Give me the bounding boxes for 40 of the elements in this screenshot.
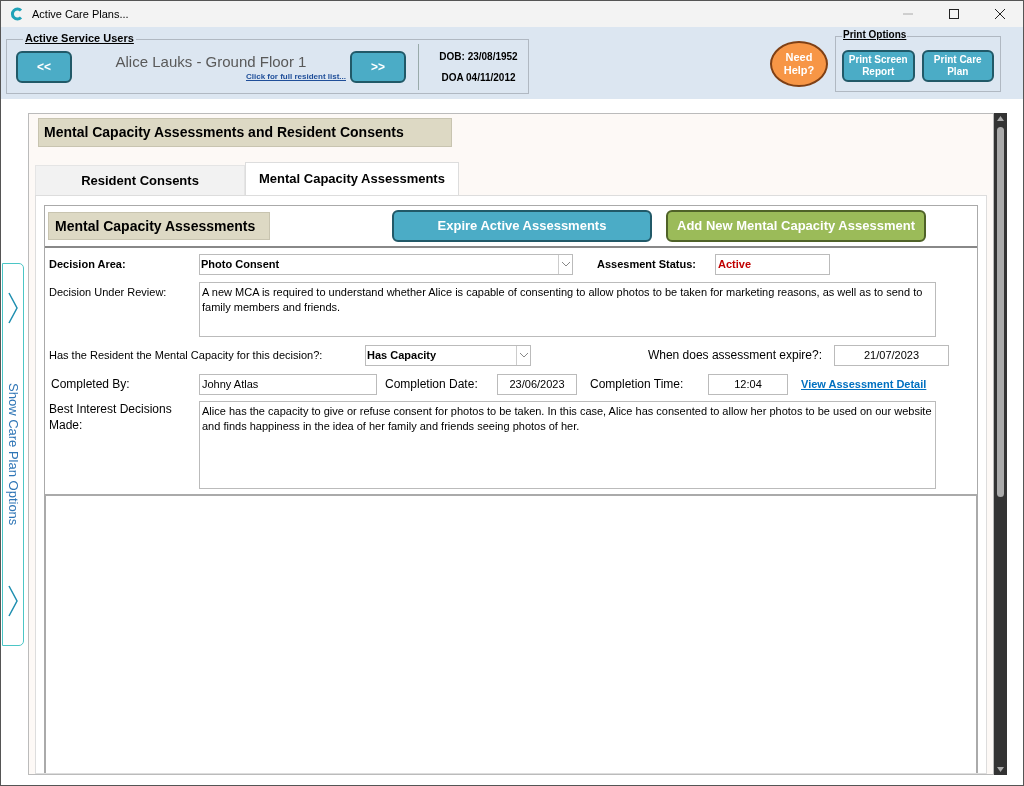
- dropdown-caret-icon: [560, 260, 571, 268]
- date-of-admission: DOA 04/11/2012: [441, 70, 516, 85]
- field-label: Completed By:: [50, 376, 131, 393]
- app-logo-icon: [10, 7, 24, 21]
- chevron-right-icon: [8, 292, 18, 324]
- best-interest-field[interactable]: Alice has the capacity to give or refuse consent for photos to be taken. In this case, Alice has consented to allow her photos to be used on our website and finds happiness in the idea of her family and friends seeing photos of her.: [199, 401, 936, 489]
- window-title: Active Care Plans...: [32, 6, 129, 22]
- panel-title: Mental Capacity Assessments: [48, 212, 270, 240]
- field-label: Assesment Status:: [597, 256, 698, 272]
- expiry-date-field[interactable]: 21/07/2023: [834, 344, 949, 366]
- field-label: When does assessment expire?:: [647, 347, 822, 364]
- field-label: Best Interest Decisions Made:: [49, 401, 173, 433]
- scroll-thumb[interactable]: [997, 127, 1004, 497]
- tab[interactable]: Resident Consents: [35, 165, 245, 195]
- completion-date-field[interactable]: 23/06/2023: [497, 373, 577, 395]
- print-options-title: Print Options: [842, 29, 908, 41]
- scrollbar[interactable]: [994, 113, 1007, 775]
- completed-by-field[interactable]: Johny Atlas: [199, 373, 377, 395]
- capacity-dropdown[interactable]: Has Capacity: [365, 344, 531, 366]
- date-of-birth: DOB: 23/08/1952: [439, 49, 518, 64]
- field-label: Decision Area:: [49, 256, 127, 272]
- chevron-right-icon: [8, 585, 18, 617]
- decision-review-field[interactable]: A new MCA is required to understand whether Alice is capable of consenting to allow photos to be taken for marketing reasons, as well as to send to family members and friends.: [199, 282, 936, 337]
- page-title: Mental Capacity Assessments and Resident Consents: [38, 118, 452, 147]
- status-field: Active: [715, 253, 830, 275]
- field-label: Completion Date:: [385, 376, 479, 393]
- completion-time-field[interactable]: 12:04: [708, 373, 788, 395]
- resident-name: Alice Lauks - Ground Floor 1: [115, 52, 307, 71]
- field-label: Completion Time:: [590, 376, 685, 393]
- side-options-tab[interactable]: Show Care Plan Options: [2, 263, 24, 646]
- field-label: Decision Under Review:: [49, 285, 168, 300]
- decision-area-dropdown[interactable]: Photo Consent: [199, 253, 573, 275]
- resident-list-link[interactable]: Click for full resident list...: [245, 70, 346, 83]
- scroll-up-icon[interactable]: [997, 116, 1004, 121]
- scroll-down-icon[interactable]: [997, 767, 1004, 772]
- dropdown-caret-icon: [518, 351, 529, 359]
- field-label: Has the Resident the Mental Capacity for this decision?:: [49, 347, 324, 363]
- tab[interactable]: Mental Capacity Assessments: [245, 162, 459, 195]
- side-tab-label: Show Care Plan Options: [4, 383, 22, 526]
- view-detail-link[interactable]: View Assessment Detail: [801, 375, 927, 393]
